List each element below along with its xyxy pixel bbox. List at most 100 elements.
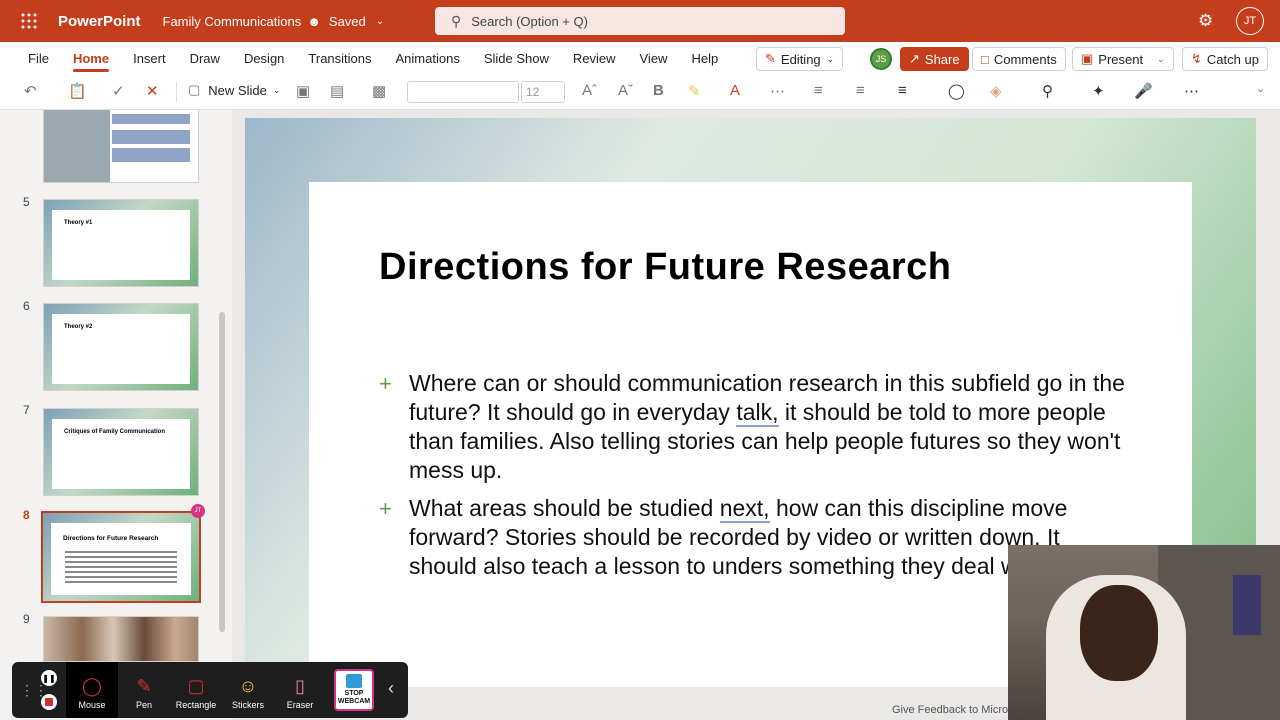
- save-status: Saved: [328, 13, 366, 29]
- bullet-text: What areas should be studied: [409, 495, 720, 521]
- find-icon[interactable]: ⚲: [1042, 82, 1053, 100]
- slide-thumbnail-5[interactable]: Theory #1: [43, 199, 199, 287]
- presence-avatar[interactable]: JS: [870, 48, 892, 70]
- slide-thumbnail-7[interactable]: Critiques of Family Communication: [43, 408, 199, 496]
- chevron-down-icon[interactable]: ⌄: [1157, 54, 1165, 65]
- format-painter-icon[interactable]: ✓: [112, 82, 125, 100]
- rectangle-tool[interactable]: ▢ Rectangle: [170, 662, 222, 718]
- stickers-label: Stickers: [231, 700, 264, 710]
- thumbnail-title: Directions for Future Research: [63, 535, 159, 542]
- shape-fill-icon[interactable]: ◈: [990, 82, 1002, 100]
- thumbnail-box: [112, 148, 190, 162]
- mouse-tool[interactable]: ◯ Mouse: [66, 662, 118, 718]
- app-name[interactable]: PowerPoint: [58, 13, 141, 30]
- tab-draw[interactable]: Draw: [178, 42, 232, 74]
- bullets-icon[interactable]: ≡: [814, 82, 823, 99]
- document-title[interactable]: Family Communications: [163, 14, 302, 29]
- thumbnail-title: Theory #1: [64, 220, 93, 226]
- comments-button[interactable]: □ Comments: [972, 47, 1066, 71]
- shared-person-icon: ☻: [307, 13, 321, 29]
- spellcheck-flag[interactable]: next,: [719, 495, 770, 523]
- align-icon[interactable]: ≡: [898, 82, 907, 99]
- tab-home[interactable]: Home: [61, 42, 121, 74]
- catch-up-button[interactable]: ↯ Catch up: [1182, 47, 1268, 71]
- rectangle-icon: ▢: [187, 676, 205, 696]
- collapse-ribbon-icon[interactable]: ⌄: [1256, 82, 1265, 95]
- mouse-icon: ◯: [81, 676, 103, 696]
- thumbnail-card: [51, 523, 191, 595]
- tab-design[interactable]: Design: [232, 42, 296, 74]
- share-button[interactable]: ↗ Share: [900, 47, 969, 71]
- stop-webcam-button[interactable]: STOP WEBCAM: [334, 669, 374, 711]
- shapes-icon[interactable]: ◯: [948, 82, 965, 100]
- design-ideas-icon[interactable]: ▩: [372, 82, 386, 100]
- feedback-link[interactable]: Give Feedback to Micros: [892, 704, 1014, 716]
- tab-help[interactable]: Help: [679, 42, 730, 74]
- account-avatar[interactable]: JT: [1236, 7, 1264, 35]
- stickers-tool[interactable]: ☺ Stickers: [222, 662, 274, 718]
- font-size-select[interactable]: 12: [521, 81, 565, 103]
- stop-recording-icon[interactable]: [41, 694, 57, 710]
- shrink-font-icon[interactable]: Aˇ: [618, 82, 633, 99]
- paste-icon[interactable]: 📋: [68, 82, 87, 100]
- spellcheck-flag[interactable]: talk,: [736, 399, 779, 427]
- slide-thumbnail-8[interactable]: Directions for Future Research: [41, 511, 201, 603]
- present-icon: ▣: [1081, 51, 1094, 66]
- slide-title[interactable]: Directions for Future Research: [379, 246, 951, 289]
- highlighter-icon[interactable]: ✎: [688, 82, 701, 100]
- slide-bullet[interactable]: + Where can or should communication rese…: [379, 369, 1129, 485]
- sticker-icon: ☺: [238, 676, 258, 696]
- tab-slide-show[interactable]: Slide Show: [472, 42, 561, 74]
- numbering-icon[interactable]: ≡: [856, 82, 865, 99]
- designer-icon[interactable]: ✦: [1092, 82, 1105, 100]
- grow-font-icon[interactable]: Aˆ: [582, 82, 597, 99]
- webcam-icon: [346, 674, 362, 688]
- rectangle-label: Rectangle: [175, 700, 217, 710]
- more-options-icon[interactable]: ⋯: [1184, 82, 1199, 100]
- tab-animations[interactable]: Animations: [384, 42, 472, 74]
- font-family-select[interactable]: [407, 81, 519, 103]
- pen-label: Pen: [135, 700, 152, 710]
- tab-review[interactable]: Review: [561, 42, 628, 74]
- gear-icon[interactable]: ⚙: [1198, 11, 1213, 31]
- tab-insert[interactable]: Insert: [121, 42, 178, 74]
- comment-icon: □: [981, 51, 989, 67]
- font-color-icon[interactable]: A: [730, 82, 740, 99]
- slide-thumbnail-4[interactable]: [43, 110, 199, 183]
- editing-mode-button[interactable]: ✎ Editing ⌄: [756, 47, 844, 71]
- catch-up-icon: ↯: [1191, 51, 1202, 66]
- comments-label: Comments: [993, 51, 1057, 67]
- slide-thumbnail-6[interactable]: Theory #2: [43, 303, 199, 391]
- bold-icon[interactable]: B: [653, 82, 664, 99]
- reuse-slides-icon[interactable]: ▣: [296, 82, 310, 100]
- collapse-toolbar-icon[interactable]: ‹: [388, 678, 394, 699]
- slide-number: 9: [23, 612, 30, 626]
- delete-icon[interactable]: ✕: [146, 82, 159, 100]
- eraser-icon: ▯: [295, 676, 305, 696]
- thumbnail-scrollbar[interactable]: [219, 312, 225, 632]
- thumbnail-text-lines: [65, 551, 177, 553]
- layout-icon[interactable]: ▤: [330, 82, 344, 100]
- pen-tool[interactable]: ✎ Pen: [118, 662, 170, 718]
- slide-thumbnail-9[interactable]: [43, 616, 199, 662]
- presenter-toolbar: ⋮⋮ ❚❚ ◯ Mouse ✎ Pen ▢ Rectangle ☺ Sticke…: [12, 662, 408, 718]
- search-placeholder: Search (Option + Q): [471, 13, 588, 29]
- present-button[interactable]: ▣ Present ⌄: [1072, 47, 1174, 71]
- eraser-tool[interactable]: ▯ Eraser: [274, 662, 326, 718]
- pause-icon[interactable]: ❚❚: [41, 670, 57, 686]
- bullet-plus-icon: +: [379, 496, 392, 521]
- tab-view[interactable]: View: [628, 42, 680, 74]
- tab-transitions[interactable]: Transitions: [296, 42, 383, 74]
- new-slide-button[interactable]: ▢ New Slide ⌄: [188, 82, 280, 98]
- thumbnail-box: [112, 130, 190, 144]
- chevron-down-icon[interactable]: ⌄: [376, 16, 384, 27]
- tab-file[interactable]: File: [0, 42, 61, 74]
- slide-number: 8: [23, 508, 30, 522]
- dictate-icon[interactable]: 🎤: [1134, 82, 1153, 100]
- editing-label: Editing: [780, 51, 821, 67]
- more-font-options-icon[interactable]: ⋯: [770, 82, 785, 100]
- slide-number: 5: [23, 195, 30, 209]
- undo-icon[interactable]: ↶: [24, 82, 37, 100]
- app-launcher-icon[interactable]: [0, 0, 58, 42]
- search-box[interactable]: ⚲ Search (Option + Q): [435, 7, 845, 35]
